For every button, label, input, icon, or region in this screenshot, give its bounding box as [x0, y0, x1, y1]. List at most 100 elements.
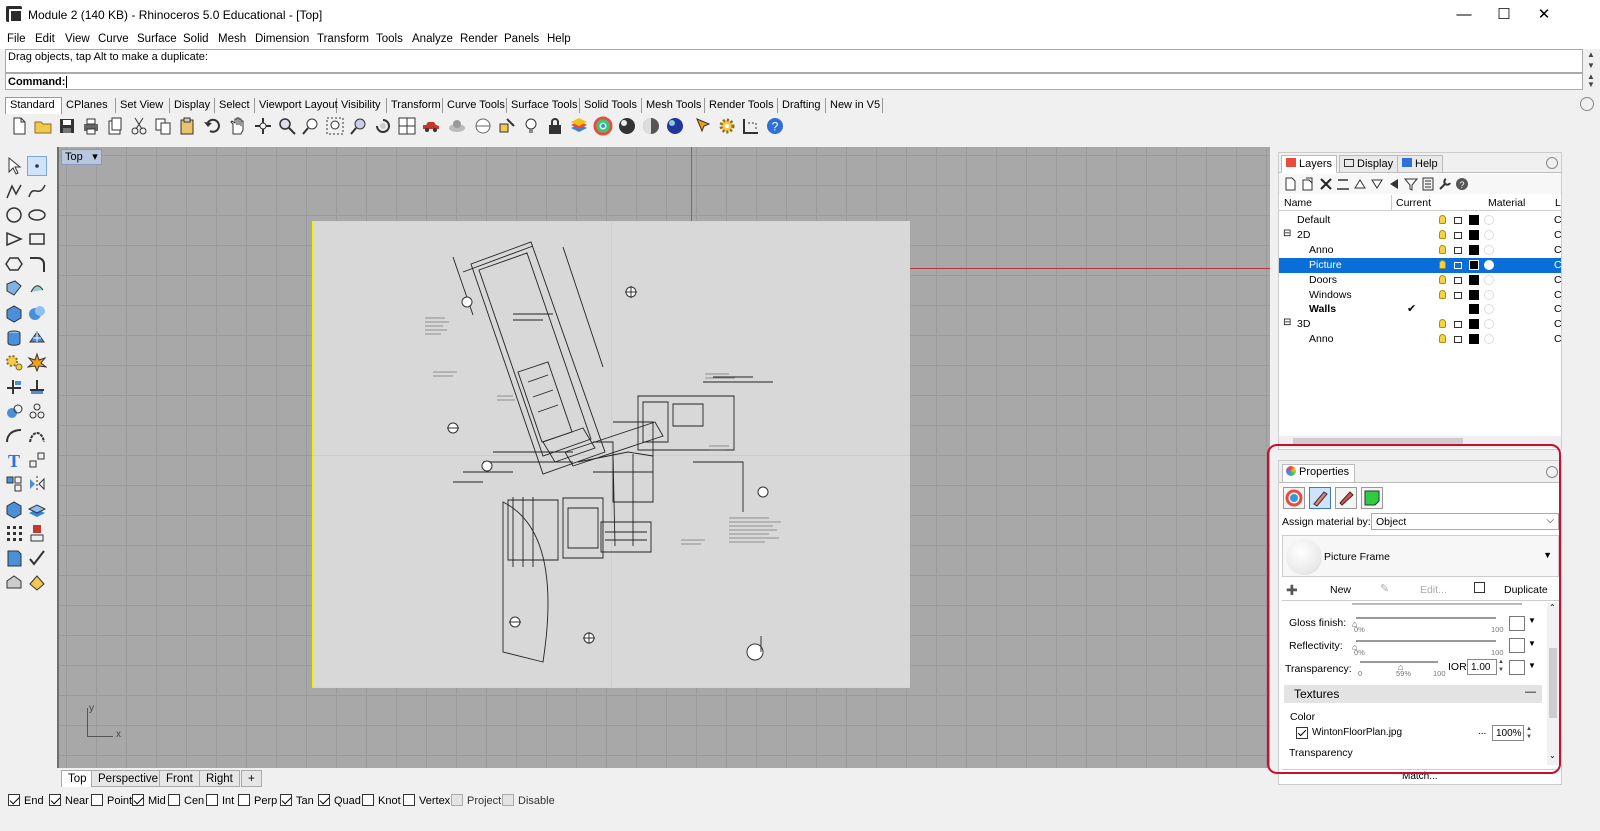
viewport-title-top[interactable]: Top ▾	[61, 149, 102, 165]
pen-options-icon[interactable]	[693, 116, 713, 136]
box-solid-icon[interactable]	[4, 303, 24, 323]
lock-icon[interactable]	[545, 116, 565, 136]
tab-visibility[interactable]: Visibility	[337, 98, 387, 113]
layer-linetype-cell[interactable]: C	[1554, 333, 1562, 345]
menu-render[interactable]: Render	[459, 31, 499, 49]
maximize-button[interactable]: ☐	[1484, 0, 1524, 31]
check-icon[interactable]	[27, 548, 47, 568]
circle-tool-icon[interactable]	[4, 205, 24, 225]
layer-visible-bulb-icon[interactable]	[1439, 215, 1446, 224]
shade-icon[interactable]	[447, 116, 467, 136]
osnap-mid-checkbox[interactable]	[132, 794, 144, 806]
tools-wrench-icon[interactable]	[1438, 177, 1452, 191]
tab-standard[interactable]: Standard	[5, 97, 62, 114]
layer-linetype-cell[interactable]: C	[1554, 259, 1562, 271]
panel-options-gear-icon[interactable]	[1546, 157, 1558, 169]
curve-tool-icon[interactable]	[27, 181, 47, 201]
layer-linetype-cell[interactable]: C	[1554, 274, 1562, 286]
viewport-tab-perspective[interactable]: Perspective	[91, 770, 166, 787]
undo-icon[interactable]	[203, 116, 223, 136]
text-tool-icon[interactable]: T	[4, 450, 24, 470]
analyze-icon[interactable]	[4, 499, 24, 519]
layer-color-swatch[interactable]	[1469, 289, 1479, 300]
group-icon[interactable]	[27, 401, 47, 421]
tab-transform[interactable]: Transform	[387, 98, 443, 113]
command-line-scroll[interactable]: ▲ ▼	[1584, 73, 1598, 90]
layer-lock-icon[interactable]	[1454, 291, 1462, 299]
layer-properties-icon[interactable]	[27, 499, 47, 519]
layer-color-swatch[interactable]	[1469, 229, 1479, 240]
menu-curve[interactable]: Curve	[97, 31, 130, 49]
filter-icon[interactable]	[1336, 177, 1350, 191]
notes-icon[interactable]	[4, 548, 24, 568]
layer-row[interactable]: Walls ✔ C	[1279, 302, 1562, 317]
menu-transform[interactable]: Transform	[316, 31, 370, 49]
rectangle-tool-icon[interactable]	[27, 229, 47, 249]
car-icon[interactable]	[421, 116, 441, 136]
menu-tools[interactable]: Tools	[375, 31, 404, 49]
layer-material-swatch[interactable]	[1484, 244, 1494, 255]
osnap-tan[interactable]: Tan	[280, 794, 314, 808]
tab-drafting[interactable]: Drafting	[778, 98, 826, 113]
osnap-end[interactable]: End	[8, 794, 44, 808]
render-object-icon[interactable]	[4, 572, 24, 592]
layer-visible-bulb-icon[interactable]	[1439, 244, 1446, 254]
boolean-union-icon[interactable]	[27, 303, 47, 323]
mirror-icon[interactable]	[27, 474, 47, 494]
tab-render-tools[interactable]: Render Tools	[705, 98, 778, 113]
zoom-selected-icon[interactable]	[349, 116, 369, 136]
command-line[interactable]: Command:	[5, 73, 1583, 90]
extrude-surface-icon[interactable]	[27, 278, 47, 298]
osnap-quad[interactable]: Quad	[318, 794, 361, 808]
paste-icon[interactable]	[177, 116, 197, 136]
layers-col-current[interactable]: Current	[1396, 197, 1431, 209]
layer-color-swatch[interactable]	[1469, 244, 1479, 255]
render-sphere-icon[interactable]	[617, 116, 637, 136]
tab-viewport-layout[interactable]: Viewport Layout	[255, 98, 338, 113]
color-wheel-icon[interactable]	[593, 116, 613, 136]
cylinder-solid-icon[interactable]	[4, 328, 24, 348]
dimension-icon[interactable]	[741, 116, 761, 136]
tab-layers[interactable]: Layers	[1281, 155, 1338, 173]
osnap-vertex-checkbox[interactable]	[403, 794, 415, 806]
osnap-disable-checkbox[interactable]	[502, 794, 514, 806]
osnap-int-checkbox[interactable]	[206, 794, 218, 806]
help-icon[interactable]: ?	[765, 116, 785, 136]
osnap-end-checkbox[interactable]	[8, 794, 20, 806]
viewport-tab-right[interactable]: Right	[199, 770, 240, 787]
layer-lock-icon[interactable]	[1454, 321, 1462, 329]
tab-solid-tools[interactable]: Solid Tools	[580, 98, 642, 113]
layers-col-name[interactable]: Name	[1284, 197, 1312, 209]
move-down-icon[interactable]	[1370, 177, 1384, 191]
materials-sphere-icon[interactable]	[665, 116, 685, 136]
layer-visible-bulb-icon[interactable]	[1439, 334, 1446, 344]
undo-view-icon[interactable]	[373, 116, 393, 136]
move-up-icon[interactable]	[1353, 177, 1367, 191]
layer-visible-bulb-icon[interactable]	[1439, 229, 1446, 239]
osnap-int[interactable]: Int	[206, 794, 234, 808]
layers-help-icon[interactable]: ?	[1455, 177, 1469, 191]
arc-tool-icon[interactable]	[4, 229, 24, 249]
viewport-tab-front[interactable]: Front	[159, 770, 200, 787]
add-viewport-tab-button[interactable]: +	[241, 770, 262, 787]
tab-mesh-tools[interactable]: Mesh Tools	[642, 98, 705, 113]
osnap-point-checkbox[interactable]	[91, 794, 103, 806]
osnap-vertex[interactable]: Vertex	[403, 794, 450, 808]
layer-color-swatch[interactable]	[1469, 319, 1479, 330]
new-document-icon[interactable]	[9, 116, 29, 136]
viewport-top[interactable]: Top ▾ y x	[57, 147, 1270, 768]
layer-lock-icon[interactable]	[1454, 261, 1462, 269]
tab-help-panel[interactable]: Help	[1397, 155, 1443, 173]
dimension-tool-icon[interactable]	[27, 450, 47, 470]
layer-color-swatch[interactable]	[1469, 259, 1479, 270]
copy-clipboard-icon[interactable]	[105, 116, 125, 136]
layer-linetype-cell[interactable]: C	[1554, 214, 1562, 226]
layer-lock-icon[interactable]	[1454, 246, 1462, 254]
layer-current-check[interactable]: ✔	[1407, 302, 1416, 315]
picture-frame-object[interactable]	[312, 221, 910, 688]
layer-lock-icon[interactable]	[1454, 336, 1462, 344]
layer-color-swatch[interactable]	[1469, 215, 1479, 225]
menu-help[interactable]: Help	[546, 31, 572, 49]
cplane-icon[interactable]	[473, 116, 493, 136]
menu-edit[interactable]: Edit	[34, 31, 56, 49]
